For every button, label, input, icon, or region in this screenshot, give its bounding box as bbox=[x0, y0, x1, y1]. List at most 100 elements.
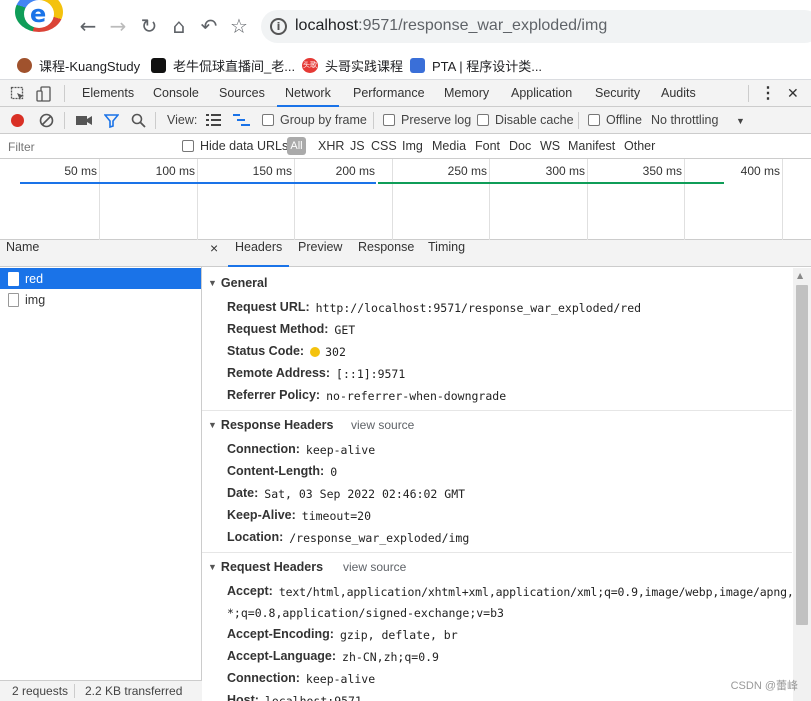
request-details-panel: × Headers Preview Response Timing ▼ Gene… bbox=[202, 240, 811, 701]
kuangstudy-favicon-icon bbox=[17, 57, 32, 73]
tick-label: 200 ms bbox=[335, 164, 375, 178]
chevron-down-icon[interactable]: ▼ bbox=[736, 116, 745, 126]
header-row: Location:/response_war_exploded/img bbox=[227, 530, 470, 545]
bookmark-star-icon[interactable]: ☆ bbox=[227, 14, 251, 38]
general-section-toggle[interactable]: ▼ General bbox=[208, 276, 267, 290]
tab-sources[interactable]: Sources bbox=[219, 80, 265, 107]
bookmark-kuangstudy[interactable]: 课程-KuangStudy bbox=[17, 56, 140, 74]
header-row: Remote Address: [::1]:9571 bbox=[227, 366, 406, 381]
name-column-header[interactable]: Name bbox=[0, 240, 202, 267]
header-row-continuation: *;q=0.8,application/signed-exchange;v=b3 bbox=[227, 606, 504, 620]
request-row-img[interactable]: img bbox=[0, 289, 201, 310]
bookmark-touge[interactable]: 头歌 头哥实践课程 bbox=[302, 56, 403, 74]
filter-js[interactable]: JS bbox=[350, 139, 365, 153]
tab-elements[interactable]: Elements bbox=[82, 80, 134, 107]
request-count: 2 requests bbox=[12, 684, 69, 698]
tick-label: 50 ms bbox=[64, 164, 97, 178]
filter-funnel-icon[interactable] bbox=[104, 113, 119, 128]
header-row: Accept-Language: zh-CN,zh;q=0.9 bbox=[227, 649, 439, 664]
more-options-icon[interactable]: ⋮ bbox=[760, 80, 776, 107]
filter-font[interactable]: Font bbox=[475, 139, 500, 153]
tab-timing[interactable]: Timing bbox=[428, 240, 465, 267]
filter-other[interactable]: Other bbox=[624, 139, 655, 153]
tab-memory[interactable]: Memory bbox=[444, 80, 489, 107]
response-headers-section-toggle[interactable]: ▼ Response Headers bbox=[208, 418, 333, 432]
bookmark-laoniu[interactable]: 老牛侃球直播间_老... bbox=[151, 56, 295, 74]
divider bbox=[155, 112, 156, 129]
filter-img[interactable]: Img bbox=[402, 139, 423, 153]
tick-label: 350 ms bbox=[642, 164, 682, 178]
header-row: Request Method: GET bbox=[227, 322, 356, 337]
large-rows-icon[interactable] bbox=[206, 114, 221, 126]
header-row: Accept-Encoding: gzip, deflate, br bbox=[227, 627, 458, 642]
header-row: Request URL: http://localhost:9571/respon… bbox=[227, 300, 642, 315]
header-row: Keep-Alive: timeout=20 bbox=[227, 508, 372, 523]
headers-content: ▼ General Request URL: http://localhost:9… bbox=[202, 268, 807, 701]
site-info-icon[interactable]: i bbox=[270, 18, 287, 35]
request-headers-section-toggle[interactable]: ▼ Request Headers bbox=[208, 560, 323, 574]
triangle-down-icon: ▼ bbox=[208, 278, 217, 288]
waterfall-view-icon[interactable] bbox=[233, 114, 250, 126]
disable-cache-checkbox[interactable] bbox=[477, 114, 489, 126]
response-view-source-link[interactable]: view source bbox=[351, 418, 414, 432]
divider bbox=[64, 85, 65, 102]
filter-doc[interactable]: Doc bbox=[509, 139, 531, 153]
scrollbar-thumb[interactable] bbox=[796, 285, 808, 625]
filter-xhr[interactable]: XHR bbox=[318, 139, 344, 153]
details-tab-strip: × Headers Preview Response Timing bbox=[202, 240, 811, 267]
request-row-red[interactable]: red bbox=[0, 268, 201, 289]
home-icon[interactable]: ⌂ bbox=[167, 14, 191, 38]
tab-console[interactable]: Console bbox=[153, 80, 199, 107]
back-arrow-icon[interactable]: ← bbox=[76, 14, 100, 38]
document-icon bbox=[8, 292, 19, 307]
record-icon[interactable] bbox=[11, 114, 24, 127]
filter-all-pill[interactable]: All bbox=[287, 137, 306, 155]
bookmark-pta[interactable]: PTA | 程序设计类... bbox=[410, 56, 542, 74]
close-devtools-icon[interactable]: ✕ bbox=[787, 80, 799, 107]
inspect-element-icon[interactable] bbox=[10, 86, 26, 102]
network-toolbar: View: Group by frame Preserve log Disabl… bbox=[0, 107, 811, 134]
tab-headers[interactable]: Headers bbox=[228, 240, 290, 267]
offline-checkbox[interactable] bbox=[588, 114, 600, 126]
header-row: Connection: keep-alive bbox=[227, 671, 376, 686]
pta-favicon-icon bbox=[410, 57, 425, 73]
filter-input[interactable] bbox=[3, 137, 169, 156]
search-icon[interactable] bbox=[131, 113, 146, 128]
hide-data-urls-checkbox[interactable] bbox=[182, 140, 194, 152]
tick-label: 300 ms bbox=[545, 164, 585, 178]
tick-label: 400 ms bbox=[740, 164, 780, 178]
filter-css[interactable]: CSS bbox=[371, 139, 397, 153]
request-view-source-link[interactable]: view source bbox=[343, 560, 406, 574]
tab-application[interactable]: Application bbox=[511, 80, 572, 107]
throttling-select[interactable]: No throttling bbox=[651, 113, 718, 127]
close-details-icon[interactable]: × bbox=[210, 240, 218, 267]
preserve-log-checkbox[interactable] bbox=[383, 114, 395, 126]
tab-network[interactable]: Network bbox=[277, 80, 339, 107]
timeline-overview[interactable]: 50 ms 100 ms 150 ms 200 ms 250 ms 300 ms… bbox=[0, 159, 811, 240]
filter-manifest[interactable]: Manifest bbox=[568, 139, 615, 153]
browser-toolbar: e ← → ↻ ⌂ ↶ ☆ i localhost:9571/response_… bbox=[0, 0, 811, 50]
forward-arrow-icon[interactable]: → bbox=[106, 14, 130, 38]
screenshot-camera-icon[interactable] bbox=[76, 114, 92, 127]
tab-audits[interactable]: Audits bbox=[661, 80, 696, 107]
request-bar-img bbox=[378, 182, 724, 184]
tab-performance[interactable]: Performance bbox=[353, 80, 425, 107]
hide-data-urls-label: Hide data URLs bbox=[200, 139, 289, 153]
header-row: Content-Length: 0 bbox=[227, 464, 338, 479]
reload-icon[interactable]: ↻ bbox=[137, 14, 161, 38]
clear-icon[interactable] bbox=[39, 113, 54, 128]
filter-ws[interactable]: WS bbox=[540, 139, 560, 153]
device-toolbar-icon[interactable] bbox=[36, 86, 52, 102]
address-bar[interactable]: i localhost:9571/response_war_exploded/i… bbox=[261, 10, 811, 43]
document-icon bbox=[8, 271, 19, 286]
tab-preview[interactable]: Preview bbox=[298, 240, 342, 267]
filter-media[interactable]: Media bbox=[432, 139, 466, 153]
details-scrollbar[interactable]: ▲ bbox=[793, 268, 811, 701]
url-text[interactable]: localhost:9571/response_war_exploded/img bbox=[295, 17, 607, 35]
tab-security[interactable]: Security bbox=[595, 80, 640, 107]
devtools-tab-strip: Elements Console Sources Network Perform… bbox=[0, 80, 811, 107]
group-by-frame-checkbox[interactable] bbox=[262, 114, 274, 126]
scroll-up-icon[interactable]: ▲ bbox=[797, 271, 803, 280]
undo-icon[interactable]: ↶ bbox=[197, 14, 221, 38]
tab-response[interactable]: Response bbox=[358, 240, 414, 267]
